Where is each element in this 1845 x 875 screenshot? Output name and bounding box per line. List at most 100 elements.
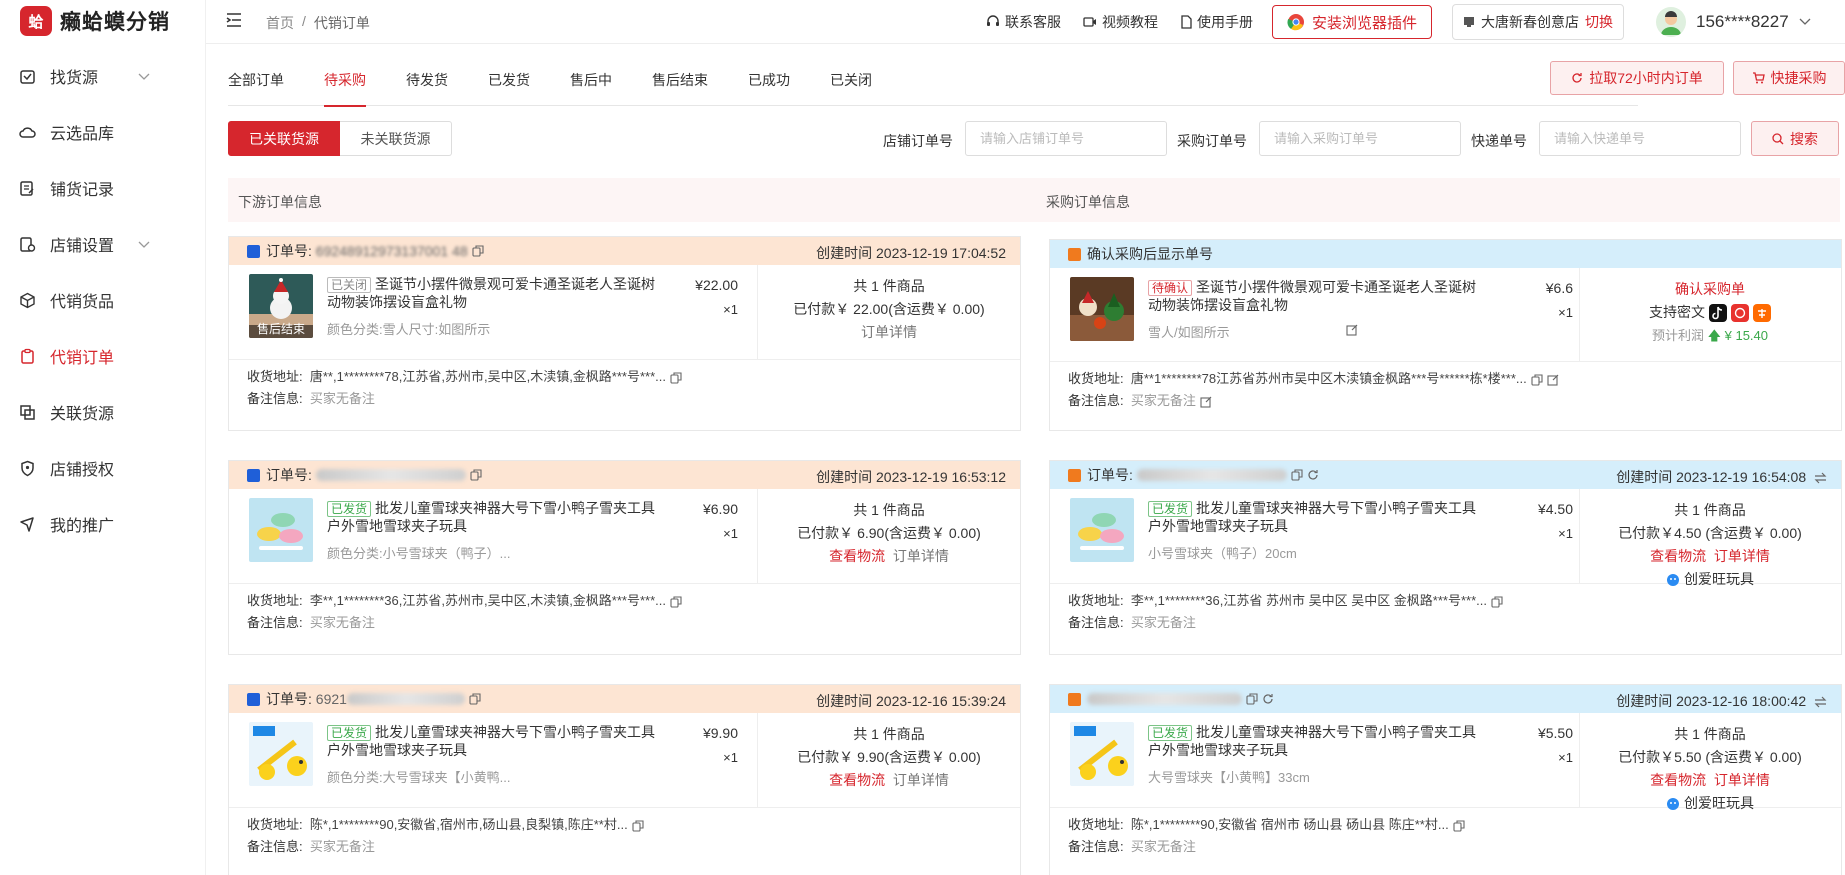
- quantity: ×1: [723, 750, 738, 765]
- product-title[interactable]: 已发货 批发儿童雪球夹神器大号下雪小鸭子雪夹工具户外雪地雪球夹子玩具: [327, 499, 657, 535]
- order-detail-link[interactable]: 订单详情: [861, 324, 917, 340]
- address-value: 唐**,1********78,江苏省,苏州市,吴中区,木渎镇,金枫路***号*…: [309, 369, 667, 384]
- sidebar-item-store-settings[interactable]: 店铺设置: [0, 216, 206, 272]
- copy-icon[interactable]: [1491, 596, 1503, 608]
- address-value: 陈*,1********90,安徽省,宿州市,砀山县,良梨镇,陈庄**村...: [309, 817, 628, 832]
- pull-72h-orders-button[interactable]: 拉取72小时内订单: [1550, 61, 1724, 95]
- order-detail-link[interactable]: 订单详情: [893, 772, 949, 788]
- swap-icon[interactable]: [1814, 696, 1827, 708]
- view-logistics-link[interactable]: 查看物流: [829, 548, 885, 564]
- created-time: 创建时间 2023-12-16 18:00:42: [1616, 693, 1807, 709]
- tab-shipped[interactable]: 已发货: [488, 62, 530, 106]
- order-no-label: 订单号:: [266, 243, 312, 259]
- sidebar-item-promotion[interactable]: 我的推广: [0, 496, 206, 552]
- copy-icon[interactable]: [1291, 469, 1303, 481]
- tab-after-sale[interactable]: 售后中: [570, 62, 612, 106]
- order-status-tabs: 全部订单 待采购 待发货 已发货 售后中 售后结束 已成功 已关闭: [228, 62, 1638, 107]
- view-logistics-link[interactable]: 查看物流: [1650, 548, 1706, 564]
- sidebar-item-consign-orders[interactable]: 代销订单: [0, 328, 206, 384]
- product-thumbnail[interactable]: [1070, 498, 1134, 562]
- video-tutorial-link[interactable]: 视频教程: [1083, 12, 1158, 32]
- linked-source-button[interactable]: 已关联货源: [228, 121, 340, 156]
- unit-price: ¥6.90: [702, 501, 738, 517]
- copy-icon[interactable]: [1531, 374, 1543, 386]
- product-title-text: 批发儿童雪球夹神器大号下雪小鸭子雪夹工具户外雪地雪球夹子玩具: [1148, 724, 1477, 758]
- edit-icon[interactable]: [1547, 374, 1559, 386]
- order-detail-link[interactable]: 订单详情: [893, 548, 949, 564]
- product-title[interactable]: 已关闭 圣诞节小摆件微景观可爱卡通圣诞老人圣诞树动物装饰摆设盲盒礼物: [327, 275, 657, 311]
- confirm-purchase-link[interactable]: 确认采购单: [1590, 278, 1830, 301]
- refresh-icon[interactable]: [1262, 693, 1274, 705]
- sidebar-item-store-auth[interactable]: 店铺授权: [0, 440, 206, 496]
- unlinked-source-button[interactable]: 未关联货源: [340, 121, 452, 156]
- copy-icon[interactable]: [470, 469, 482, 481]
- copy-icon[interactable]: [670, 596, 682, 608]
- swap-icon[interactable]: [1814, 472, 1827, 484]
- breadcrumb-home[interactable]: 首页: [266, 13, 294, 33]
- sidebar-item-records[interactable]: 铺货记录: [0, 160, 206, 216]
- user-menu[interactable]: 156****8227: [1656, 4, 1811, 40]
- copy-icon[interactable]: [1453, 820, 1465, 832]
- product-title[interactable]: 已发货 批发儿童雪球夹神器大号下雪小鸭子雪夹工具户外雪地雪球夹子玩具: [327, 723, 657, 759]
- tab-pending-ship[interactable]: 待发货: [406, 62, 448, 106]
- copy-icon[interactable]: [670, 372, 682, 384]
- tab-after-sale-done[interactable]: 售后结束: [652, 62, 708, 106]
- remark-value: 买家无备注: [1130, 839, 1196, 854]
- purchase-order-input[interactable]: [1259, 121, 1461, 156]
- product-thumbnail[interactable]: [1070, 722, 1134, 786]
- unit-price: ¥9.90: [702, 725, 738, 741]
- menu-fold-icon[interactable]: [226, 13, 242, 30]
- sidebar-item-consign-goods[interactable]: 代销货品: [0, 272, 206, 328]
- order-no-label: 订单号:: [1087, 467, 1133, 483]
- order-summary: 共 1 件商品 已付款￥ 6.90(含运费￥ 0.00) 查看物流 订单详情: [769, 499, 1009, 568]
- sidebar-item-linked-source[interactable]: 关联货源: [0, 384, 206, 440]
- edit-icon[interactable]: [1346, 324, 1358, 336]
- quick-purchase-button[interactable]: 快捷采购: [1733, 61, 1845, 95]
- platform-icon: [1068, 468, 1081, 482]
- copy-icon[interactable]: [469, 693, 481, 705]
- sidebar-item-label: 代销订单: [50, 350, 115, 367]
- order-detail-link[interactable]: 订单详情: [1714, 772, 1770, 788]
- tab-pending-purchase[interactable]: 待采购: [324, 62, 366, 107]
- product-title[interactable]: 待确认 圣诞节小摆件微景观可爱卡通圣诞老人圣诞树动物装饰摆设盲盒礼物: [1148, 278, 1478, 314]
- view-logistics-link[interactable]: 查看物流: [1650, 772, 1706, 788]
- copy-icon[interactable]: [472, 245, 484, 257]
- logo[interactable]: 蛤 癞蛤蟆分销: [20, 6, 170, 36]
- shop-order-input[interactable]: [965, 121, 1167, 156]
- order-detail-link[interactable]: 订单详情: [1714, 548, 1770, 564]
- order-no-value: 6921: [315, 691, 347, 707]
- search-button[interactable]: 搜索: [1751, 121, 1839, 156]
- shop-switch-link[interactable]: 切换: [1585, 12, 1613, 32]
- logo-text: 癞蛤蟆分销: [60, 11, 170, 34]
- product-title[interactable]: 已发货 批发儿童雪球夹神器大号下雪小鸭子雪夹工具户外雪地雪球夹子玩具: [1148, 499, 1478, 535]
- quantity: ×1: [1558, 305, 1573, 320]
- divider: [757, 489, 758, 583]
- product-thumbnail[interactable]: [249, 722, 313, 786]
- copy-icon[interactable]: [1246, 693, 1258, 705]
- edit-icon[interactable]: [1200, 396, 1212, 408]
- refresh-icon[interactable]: [1307, 469, 1319, 481]
- tab-closed[interactable]: 已关闭: [830, 62, 872, 106]
- product-thumbnail[interactable]: 售后结束: [249, 274, 313, 338]
- sidebar-item-find-source[interactable]: 找货源: [0, 48, 206, 104]
- divider: [1579, 489, 1580, 583]
- order-no-masked: [1136, 469, 1287, 481]
- purchase-summary: 共 1 件商品 已付款￥5.50 (含运费￥ 0.00) 查看物流 订单详情 创…: [1590, 723, 1830, 815]
- product-thumbnail[interactable]: [249, 498, 313, 562]
- created-time-row: 创建时间 2023-12-19 16:54:08: [1616, 467, 1827, 487]
- shop-switcher[interactable]: 大唐新春创意店 切换: [1452, 4, 1624, 40]
- product-thumbnail[interactable]: [1070, 277, 1134, 341]
- breadcrumb: 首页 / 代销订单: [266, 13, 370, 33]
- tab-success[interactable]: 已成功: [748, 62, 790, 106]
- view-logistics-link[interactable]: 查看物流: [829, 772, 885, 788]
- copy-icon[interactable]: [632, 820, 644, 832]
- contact-service-link[interactable]: 联系客服: [986, 12, 1061, 32]
- sidebar-item-cloud-library[interactable]: 云选品库: [0, 104, 206, 160]
- express-input[interactable]: [1539, 121, 1741, 156]
- tab-all[interactable]: 全部订单: [228, 62, 284, 106]
- install-plugin-button[interactable]: 安装浏览器插件: [1272, 5, 1432, 39]
- box-icon: [18, 67, 36, 85]
- chrome-icon: [1287, 14, 1304, 31]
- manual-link[interactable]: 使用手册: [1180, 12, 1253, 32]
- product-title[interactable]: 已发货 批发儿童雪球夹神器大号下雪小鸭子雪夹工具户外雪地雪球夹子玩具: [1148, 723, 1478, 759]
